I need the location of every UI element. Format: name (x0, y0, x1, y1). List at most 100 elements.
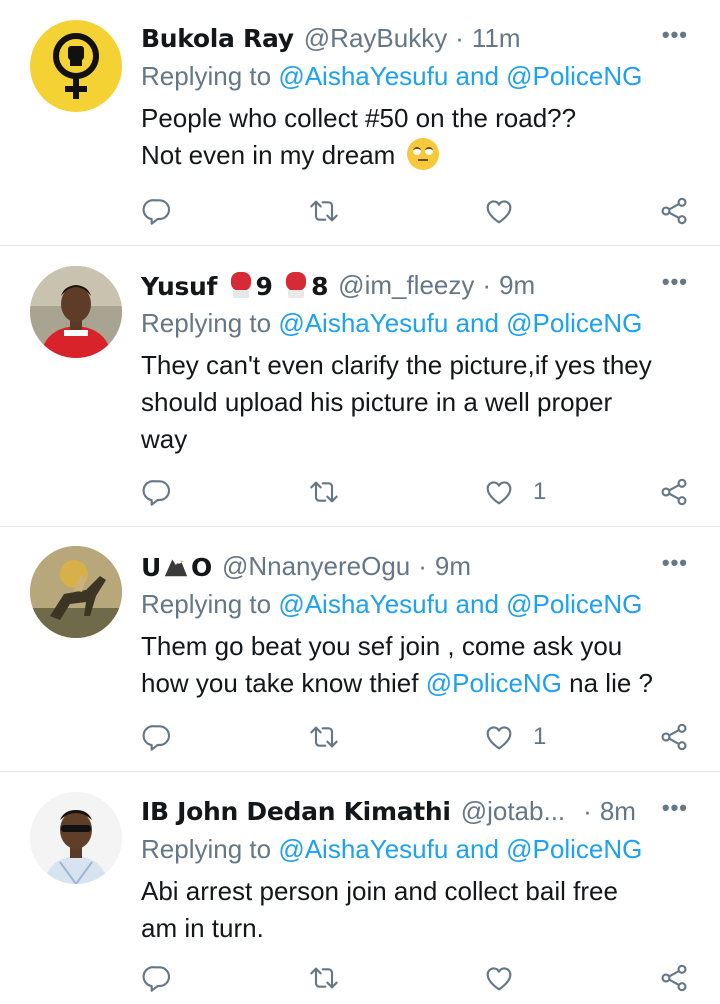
reply-button[interactable] (141, 958, 173, 998)
face-with-rolling-eyes-icon (406, 138, 439, 170)
like-button[interactable]: 1 (483, 717, 546, 757)
tweet-actions (141, 191, 690, 231)
like-button[interactable]: 1 (483, 472, 546, 512)
tweet-header: Bukola Ray @RayBukky · 11m ••• (141, 20, 694, 56)
tweet-header: Yusuf 9 8 @im_fleezy · 9m ••• (141, 267, 694, 303)
retweet-button[interactable] (308, 472, 340, 512)
like-button[interactable] (483, 191, 533, 231)
heart-icon (483, 962, 515, 994)
tweet[interactable]: UO @NnanyereOgu · 9m ••• Replying to @Ai… (0, 528, 720, 772)
share-button[interactable] (658, 958, 690, 998)
timestamp[interactable]: 11m (472, 23, 521, 54)
reply-button[interactable] (141, 191, 173, 231)
tweet-text-line: way (141, 424, 188, 454)
tweet[interactable]: IB John Dedan Kimathi @jotab... · 8m •••… (0, 773, 720, 1004)
display-name-text: U (141, 552, 162, 582)
reply-icon (141, 195, 173, 227)
replying-to-label: Replying to (141, 589, 272, 619)
more-icon[interactable]: ••• (662, 550, 688, 576)
replying-to: Replying to @AishaYesufu and @PoliceNG (141, 834, 642, 865)
retweet-button[interactable] (308, 958, 340, 998)
share-button[interactable] (658, 191, 690, 231)
user-handle[interactable]: @jotab... (461, 796, 565, 827)
tweet-text-line: People who collect #50 on the road?? (141, 103, 577, 133)
display-name-text: Yusuf (141, 271, 218, 301)
boxing-glove-icon (230, 271, 251, 298)
tweet-text-line: na lie ? (561, 668, 654, 698)
tweet-actions: 1 (141, 717, 690, 757)
share-icon (658, 476, 690, 508)
eagle-icon (164, 556, 188, 576)
share-icon (658, 962, 690, 994)
tweet-text: They can't even clarify the picture,if y… (141, 347, 694, 458)
share-icon (658, 721, 690, 753)
share-button[interactable] (658, 472, 690, 512)
avatar[interactable] (30, 20, 122, 112)
display-name[interactable]: Yusuf 9 8 (141, 270, 328, 301)
heart-icon (483, 721, 515, 753)
separator: · (455, 22, 464, 53)
retweet-icon (308, 721, 340, 753)
share-icon (658, 195, 690, 227)
like-button[interactable] (483, 958, 533, 998)
user-photo-icon (30, 792, 122, 884)
share-button[interactable] (658, 717, 690, 757)
heart-icon (483, 476, 515, 508)
reply-button[interactable] (141, 717, 173, 757)
replying-to: Replying to @AishaYesufu and @PoliceNG (141, 308, 642, 339)
boxing-glove-icon (286, 271, 307, 298)
mention-link[interactable]: @PoliceNG (426, 668, 562, 698)
tweet-text: Them go beat you sef join , come ask you… (141, 628, 694, 702)
timestamp[interactable]: 9m (499, 270, 535, 301)
replying-to: Replying to @AishaYesufu and @PoliceNG (141, 61, 642, 92)
tweet[interactable]: Yusuf 9 8 @im_fleezy · 9m ••• Replying t… (0, 247, 720, 527)
retweet-icon (308, 962, 340, 994)
retweet-icon (308, 195, 340, 227)
tweet-text: Abi arrest person join and collect bail … (141, 873, 694, 947)
tweet-actions: 1 (141, 472, 690, 512)
more-icon[interactable]: ••• (662, 795, 688, 821)
user-handle[interactable]: @im_fleezy (338, 270, 474, 301)
user-handle[interactable]: @RayBukky (304, 23, 447, 54)
fist-female-symbol-icon (53, 33, 99, 99)
user-photo-icon (30, 266, 122, 358)
retweet-button[interactable] (308, 717, 340, 757)
retweet-button[interactable] (308, 191, 340, 231)
more-icon[interactable]: ••• (662, 22, 688, 48)
separator: · (482, 269, 492, 300)
replying-to-label: Replying to (141, 61, 272, 91)
tweet-header: UO @NnanyereOgu · 9m ••• (141, 548, 694, 584)
replying-to-label: Replying to (141, 834, 272, 864)
tweet-actions (141, 958, 690, 998)
avatar[interactable] (30, 792, 122, 884)
more-icon[interactable]: ••• (662, 269, 688, 295)
reply-icon (141, 476, 173, 508)
timestamp[interactable]: 9m (435, 551, 471, 582)
timestamp[interactable]: 8m (600, 796, 636, 827)
display-name[interactable]: UO (141, 551, 212, 582)
replying-to-mentions[interactable]: @AishaYesufu and @PoliceNG (278, 308, 642, 338)
display-name-text: 8 (311, 271, 329, 301)
horse-rider-icon (30, 546, 122, 638)
separator: · (418, 550, 427, 581)
replying-to-label: Replying to (141, 308, 272, 338)
like-count: 1 (533, 723, 547, 750)
heart-icon (483, 195, 515, 227)
replying-to-mentions[interactable]: @AishaYesufu and @PoliceNG (278, 589, 642, 619)
tweet-text-line: am in turn. (141, 913, 264, 943)
display-name[interactable]: IB John Dedan Kimathi (141, 797, 451, 826)
avatar[interactable] (30, 266, 122, 358)
avatar[interactable] (30, 546, 122, 638)
user-handle[interactable]: @NnanyereOgu (222, 551, 410, 582)
tweet[interactable]: Bukola Ray @RayBukky · 11m ••• Replying … (0, 0, 720, 246)
display-name[interactable]: Bukola Ray (141, 24, 294, 53)
replying-to-mentions[interactable]: @AishaYesufu and @PoliceNG (278, 61, 642, 91)
reply-icon (141, 962, 173, 994)
replying-to-mentions[interactable]: @AishaYesufu and @PoliceNG (278, 834, 642, 864)
tweet-text-line: Abi arrest person join and collect bail … (141, 876, 618, 906)
like-count: 1 (533, 478, 547, 505)
retweet-icon (308, 476, 340, 508)
reply-button[interactable] (141, 472, 173, 512)
tweet-text: People who collect #50 on the road?? Not… (141, 100, 694, 174)
tweet-text-line: They can't even clarify the picture,if y… (141, 350, 652, 380)
